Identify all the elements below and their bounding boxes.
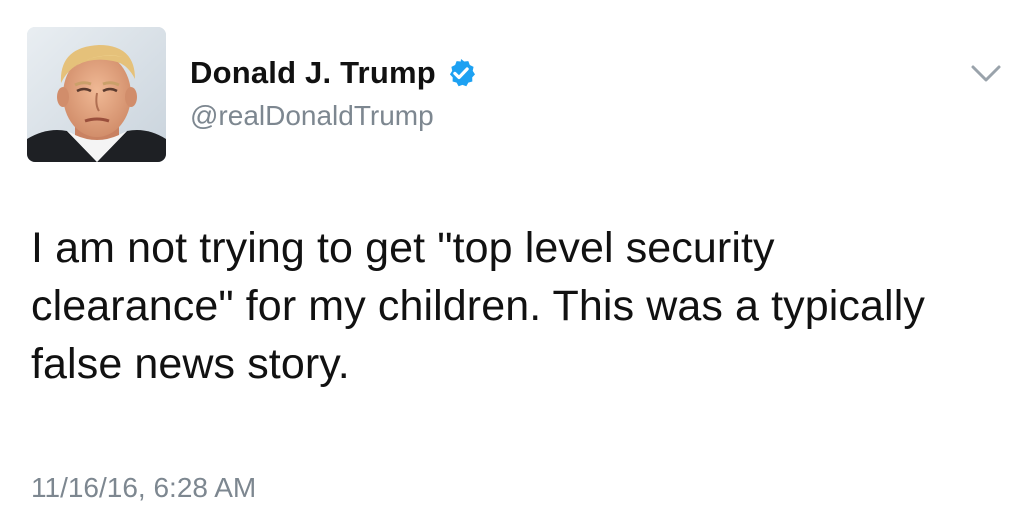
author-name-row[interactable]: Donald J. Trump	[190, 55, 477, 91]
author-handle[interactable]: @realDonaldTrump	[190, 100, 434, 132]
tweet-timestamp[interactable]: 11/16/16, 6:28 AM	[31, 472, 256, 504]
tweet-card: Donald J. Trump @realDonaldTrump I am no…	[0, 0, 1024, 532]
chevron-down-icon[interactable]	[969, 62, 1003, 86]
tweet-text: I am not trying to get "top level securi…	[31, 224, 925, 388]
profile-photo	[27, 27, 166, 162]
avatar[interactable]	[27, 27, 166, 162]
verified-badge-icon	[445, 57, 477, 89]
author-display-name[interactable]: Donald J. Trump	[190, 55, 436, 91]
